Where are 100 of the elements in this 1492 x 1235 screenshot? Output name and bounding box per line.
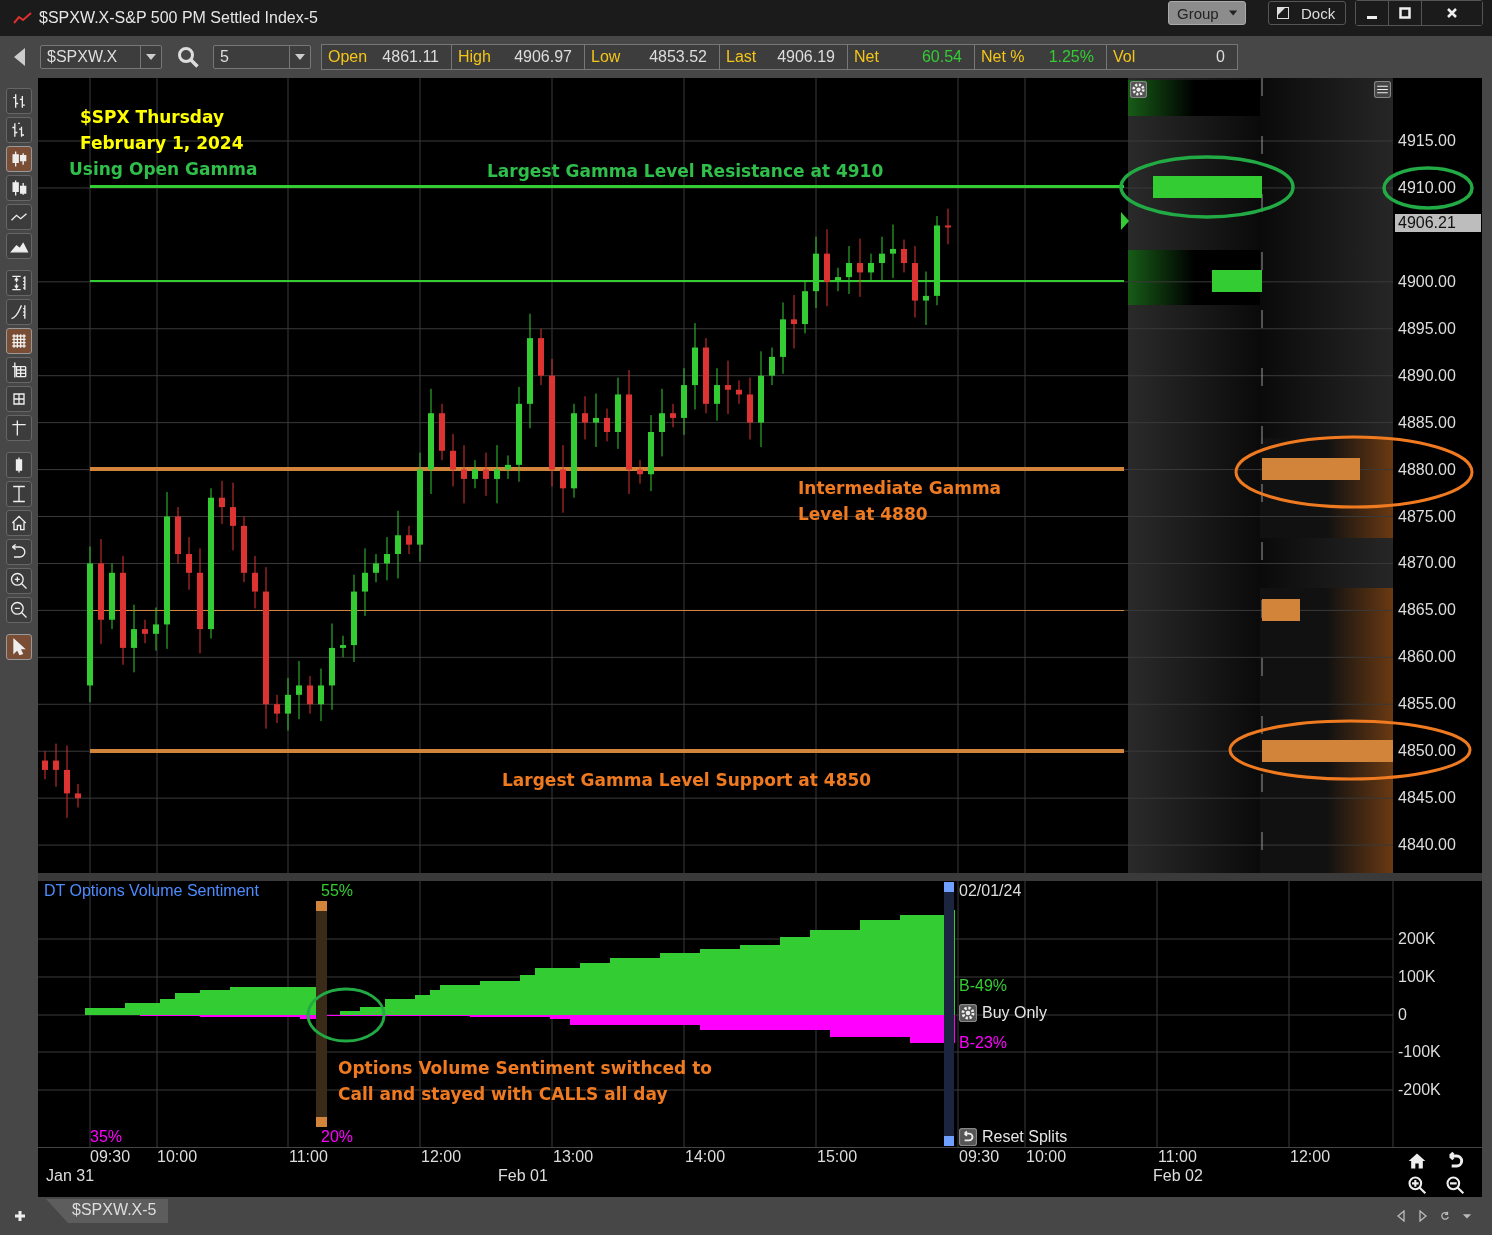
candlestick: [802, 281, 808, 334]
gamma-bar: [1212, 270, 1262, 292]
candlestick: [230, 482, 236, 551]
candlestick: [604, 408, 610, 442]
candlestick: [857, 238, 863, 298]
tool-button[interactable]: [6, 175, 32, 201]
candlestick: [714, 367, 720, 422]
candlestick: [945, 208, 951, 245]
candlestick: [637, 459, 643, 485]
add-tab-icon[interactable]: [14, 1210, 26, 1222]
candlestick: [450, 433, 456, 487]
time-axis-label: 09:30: [90, 1148, 131, 1166]
back-arrow-icon[interactable]: [14, 48, 26, 66]
zoom-out-icon[interactable]: [1444, 1175, 1466, 1195]
volume-axis-label: -200K: [1398, 1080, 1441, 1100]
volume-axis-label: 100K: [1398, 967, 1436, 987]
candlestick: [560, 444, 566, 514]
tool-button[interactable]: [6, 357, 32, 383]
time-axis-label: 10:00: [1026, 1148, 1067, 1166]
price-axis-label: 4840.00: [1398, 835, 1456, 856]
volume-axis-label: 200K: [1398, 929, 1436, 949]
tool-button[interactable]: [6, 270, 32, 296]
tool-button[interactable]: [6, 328, 32, 354]
candlestick: [109, 562, 115, 630]
indicator-button[interactable]: Reset Splits: [959, 1128, 1068, 1146]
price-axis-label: 4915.00: [1398, 131, 1456, 151]
candlestick: [53, 743, 59, 788]
time-axis-label: 10:00: [157, 1148, 198, 1166]
price-axis-label: 4870.00: [1398, 553, 1456, 574]
search-icon[interactable]: [177, 46, 199, 68]
candlestick: [131, 604, 137, 673]
tool-button[interactable]: [6, 568, 32, 594]
undo-icon: [959, 1128, 977, 1146]
chart-tab[interactable]: $SPXW.X-5: [46, 1199, 169, 1223]
refresh-icon[interactable]: [1440, 1210, 1450, 1222]
tool-button[interactable]: [6, 146, 32, 172]
candlestick: [307, 675, 313, 715]
scroll-right-icon[interactable]: [1418, 1210, 1428, 1222]
zoom-in-icon[interactable]: [1406, 1175, 1428, 1195]
candlestick: [373, 553, 379, 583]
line-chart-icon: [13, 11, 33, 25]
candlestick: [406, 525, 412, 555]
candlestick: [593, 393, 599, 448]
tool-button[interactable]: [6, 634, 32, 660]
indicator-button[interactable]: Buy Only: [959, 1004, 1047, 1022]
symbol-dropdown[interactable]: $SPXW.X: [40, 45, 162, 69]
tool-button[interactable]: [6, 204, 32, 230]
settings-icon: [959, 1004, 977, 1022]
price-axis-label: 4900.00: [1398, 271, 1456, 292]
candlestick: [219, 480, 225, 525]
tool-button[interactable]: [6, 299, 32, 325]
chart-annotation: February 1, 2024: [80, 132, 244, 155]
tool-button[interactable]: [6, 386, 32, 412]
grid-icon: [9, 331, 29, 351]
caret-icon: [295, 54, 305, 60]
candlestick: [582, 395, 588, 440]
scroll-left-icon[interactable]: [1396, 1210, 1406, 1222]
price-axis-label: 4865.00: [1398, 600, 1456, 621]
tool-button[interactable]: [6, 597, 32, 623]
tool-button[interactable]: [6, 233, 32, 259]
group-dropdown[interactable]: Group: [1168, 1, 1246, 25]
table-icon: [9, 360, 29, 380]
price-axis-label: 4855.00: [1398, 694, 1456, 715]
tool-button[interactable]: [6, 539, 32, 565]
price-axis-label: 4860.00: [1398, 647, 1456, 668]
caret-icon: [146, 54, 156, 60]
candlestick: [659, 388, 665, 457]
chart-annotation: Options Volume Sentiment swithced to Call and stayed with CALLS all day: [338, 1057, 712, 1106]
menu-icon[interactable]: [1374, 81, 1391, 98]
zoom-in-icon: [9, 571, 29, 591]
indicator-readout: 20%: [321, 1128, 354, 1146]
candlestick: [153, 607, 159, 652]
home-icon[interactable]: [1406, 1151, 1428, 1171]
candlestick: [747, 377, 753, 440]
tool-button[interactable]: [6, 481, 32, 507]
candlestick: [461, 444, 467, 504]
zoom-out-icon: [9, 600, 29, 620]
tool-button[interactable]: [6, 117, 32, 143]
chart-annotation: Largest Gamma Level Support at 4850: [502, 769, 872, 792]
candlestick: [75, 783, 81, 808]
chart-annotation: Using Open Gamma: [69, 158, 258, 181]
settings-icon[interactable]: [1130, 81, 1147, 98]
minimize-button[interactable]: [1356, 1, 1389, 25]
tool-button[interactable]: [6, 88, 32, 114]
dock-button[interactable]: Dock: [1268, 1, 1346, 25]
interval-dropdown[interactable]: 5: [213, 45, 311, 69]
price-axis-label: 4875.00: [1398, 506, 1456, 527]
candlestick: [868, 253, 874, 283]
chart-annotation: Largest Gamma Level Resistance at 4910: [487, 160, 884, 183]
tool-button[interactable]: [6, 415, 32, 441]
candlestick: [362, 547, 368, 617]
candlestick: [670, 403, 676, 428]
tool-button[interactable]: [6, 510, 32, 536]
price-axis-label: 4845.00: [1398, 788, 1456, 809]
date-axis-label: Feb 02: [1153, 1167, 1203, 1185]
tool-button[interactable]: [6, 452, 32, 478]
candlestick: [241, 516, 247, 583]
candlestick: [494, 444, 500, 504]
chart-annotation: Intermediate Gamma Level at 4880: [798, 477, 1002, 526]
time-axis-label: 15:00: [817, 1148, 858, 1166]
